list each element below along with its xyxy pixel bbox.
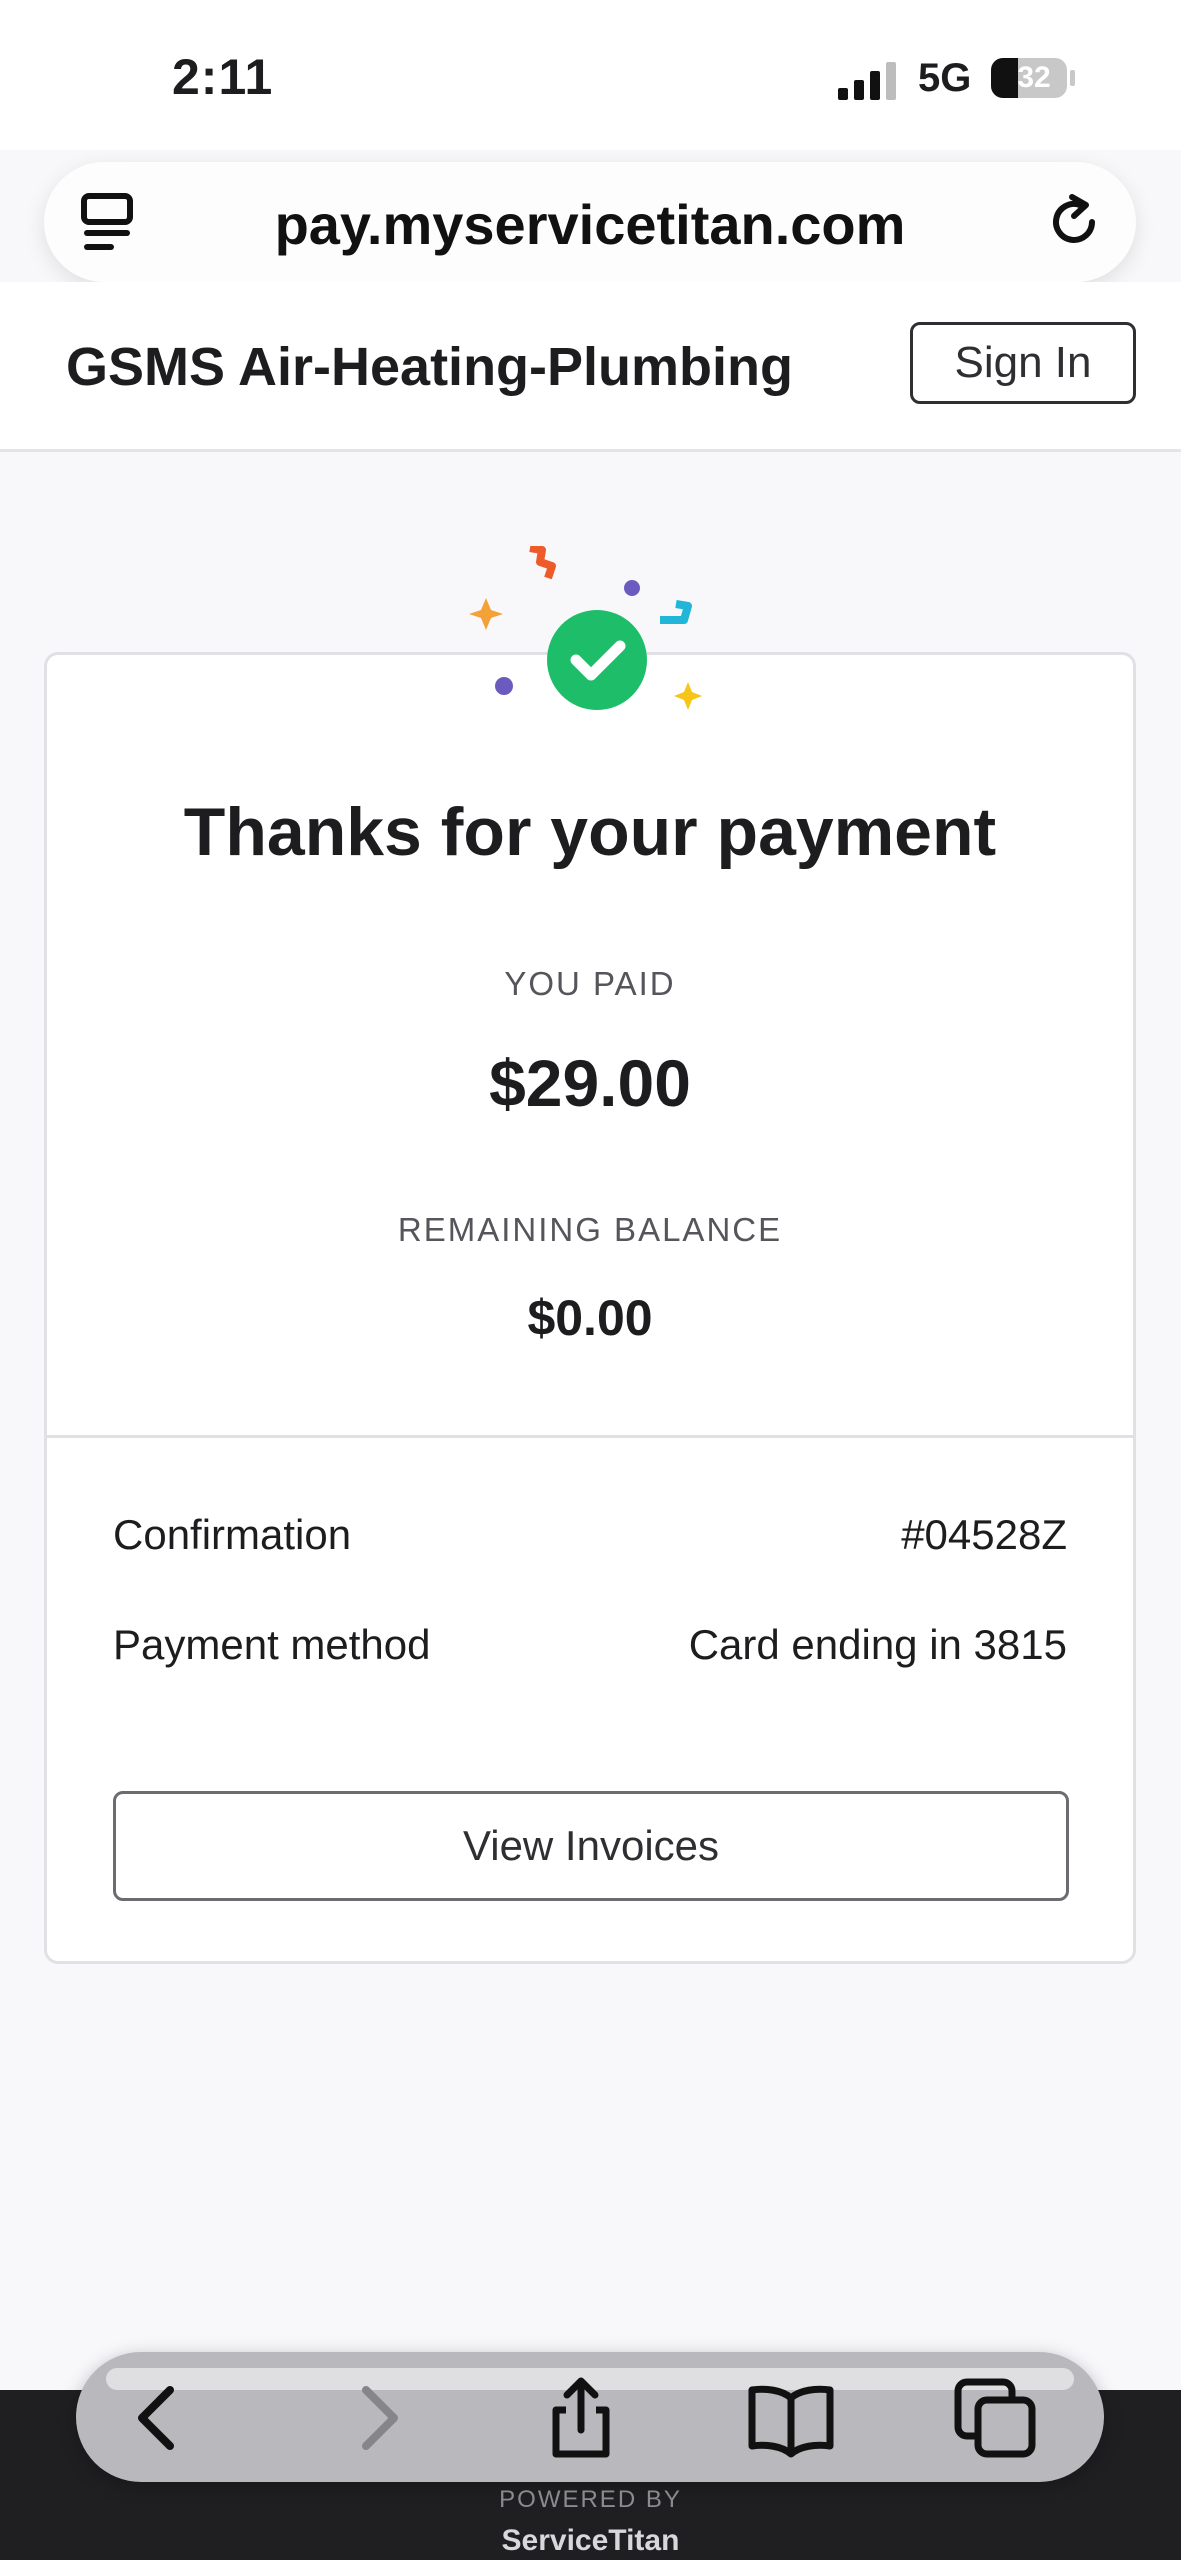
remaining-balance-amount: $0.00 bbox=[527, 1290, 653, 1346]
powered-by-label: POWERED BY bbox=[499, 2486, 682, 2513]
remaining-balance-label: REMAINING BALANCE bbox=[397, 1211, 783, 1248]
payment-method-value: Card ending in 3815 bbox=[688, 1621, 1067, 1668]
tabs-icon[interactable] bbox=[952, 2376, 1042, 2460]
status-time: 2:11 bbox=[172, 49, 274, 105]
network-type: 5G bbox=[918, 56, 972, 100]
status-bar: 2:11 5G 32 bbox=[0, 0, 1181, 150]
url-text[interactable]: pay.myservicetitan.com bbox=[44, 192, 1136, 257]
business-name: GSMS Air-Heating-Plumbing bbox=[66, 337, 793, 397]
confirmation-number: #04528Z bbox=[901, 1511, 1067, 1558]
payment-confirmation-card: Thanks for your payment YOU PAID $29.00 … bbox=[44, 652, 1136, 1964]
payment-method-label: Payment method bbox=[113, 1621, 431, 1668]
paid-amount: $29.00 bbox=[489, 1046, 691, 1120]
success-check-icon bbox=[469, 546, 702, 710]
card-divider bbox=[47, 1435, 1133, 1438]
reload-icon[interactable] bbox=[1044, 192, 1104, 252]
confirmation-label: Confirmation bbox=[113, 1511, 352, 1558]
cellular-signal-icon bbox=[838, 62, 896, 100]
you-paid-label: YOU PAID bbox=[504, 965, 676, 1002]
bookmarks-icon[interactable] bbox=[746, 2376, 836, 2460]
address-bar[interactable]: pay.myservicetitan.com bbox=[44, 162, 1136, 282]
servicetitan-logo: ServiceTitan bbox=[501, 2524, 680, 2557]
sign-in-button[interactable]: Sign In bbox=[910, 322, 1136, 404]
site-header: GSMS Air-Heating-Plumbing Sign In bbox=[0, 282, 1181, 452]
view-invoices-button[interactable]: View Invoices bbox=[113, 1791, 1069, 1901]
back-icon[interactable] bbox=[114, 2376, 204, 2460]
share-icon[interactable] bbox=[536, 2376, 626, 2460]
forward-icon[interactable] bbox=[332, 2376, 422, 2460]
battery-level: 32 bbox=[1017, 61, 1051, 94]
page-title: Thanks for your payment bbox=[183, 794, 997, 870]
